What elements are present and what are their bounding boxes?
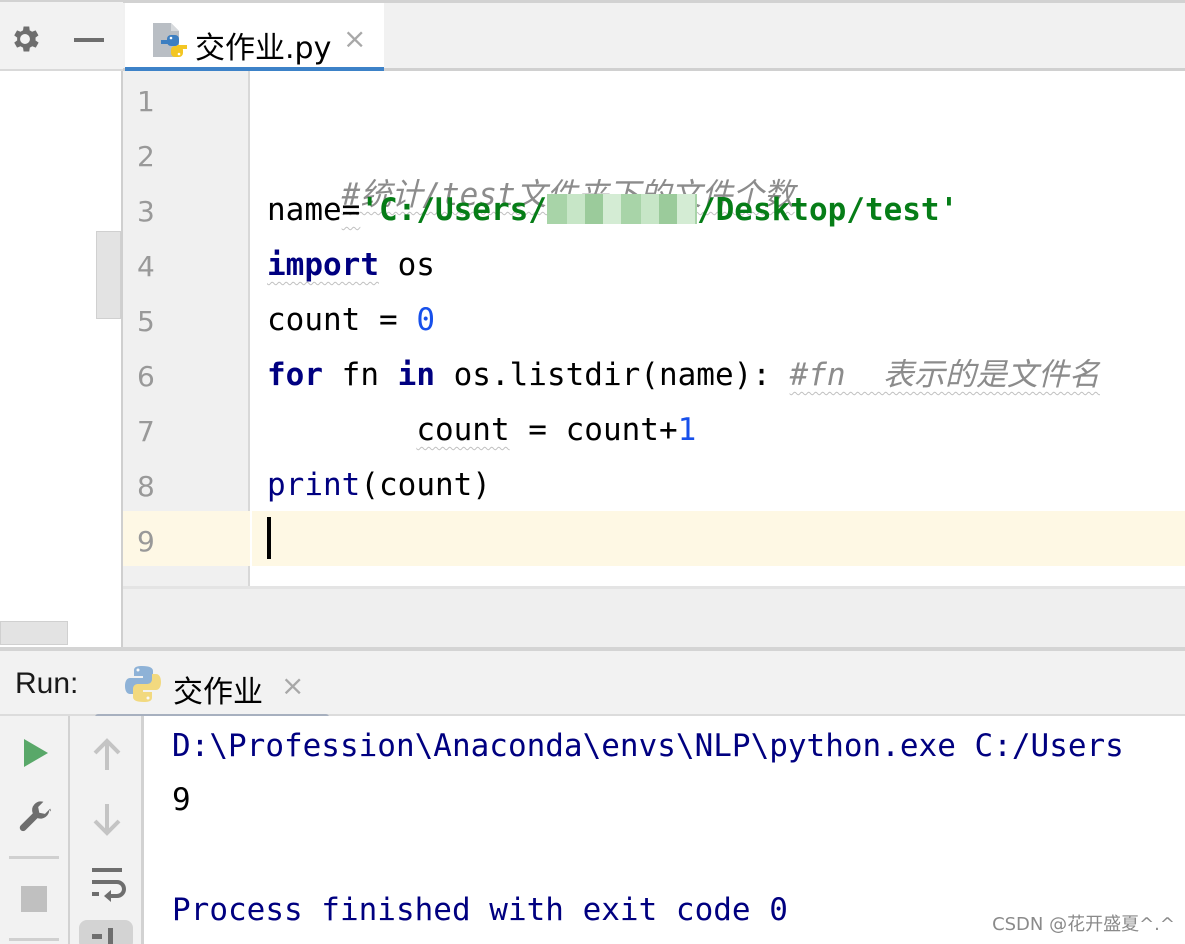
vertical-scrollbar[interactable]: [96, 231, 121, 319]
run-panel-header: Run: 交作业 ×: [0, 647, 1185, 720]
run-tab[interactable]: 交作业 ×: [95, 651, 329, 720]
line-number: 9: [137, 525, 155, 558]
code-line-7: count = count+1: [267, 410, 696, 450]
redacted-username: [546, 194, 697, 224]
toolbar-separator: [9, 938, 59, 941]
run-icon[interactable]: [22, 738, 50, 768]
assignment: count =: [267, 302, 417, 338]
up-arrow-icon[interactable]: [92, 738, 122, 772]
soft-wrap-icon[interactable]: [90, 866, 126, 902]
number-literal: 0: [416, 302, 435, 338]
code-line-3: name='C:/Users/ /Desktop/test': [267, 190, 958, 230]
tab-label: 交作业.py: [195, 31, 332, 66]
line-number: 2: [137, 140, 155, 173]
keyword-for: for: [267, 357, 323, 393]
line-number: 3: [137, 195, 155, 228]
run-tab-label: 交作业: [173, 675, 263, 710]
module-name: os: [378, 247, 435, 283]
string-literal: /Desktop/test': [696, 192, 959, 228]
minimize-icon[interactable]: [74, 38, 104, 42]
editor-tab-active[interactable]: 交作业.py ×: [125, 0, 384, 74]
scroll-to-end-icon[interactable]: [79, 920, 133, 944]
code-line-5: count = 0: [267, 300, 435, 340]
variable-count: count: [416, 412, 510, 448]
keyword-import: import: [267, 247, 379, 283]
line-number: 4: [137, 250, 155, 283]
down-arrow-icon[interactable]: [92, 802, 122, 836]
code-line-8: print(count): [267, 465, 491, 505]
keyword-in: in: [397, 357, 435, 393]
console-exit-message: Process finished with exit code 0: [172, 892, 788, 928]
watermark: CSDN @花开盛夏^.^: [992, 914, 1175, 935]
run-label: Run:: [15, 667, 79, 700]
run-toolbar-secondary: [70, 716, 144, 944]
project-tool-header: [0, 0, 123, 71]
python-icon: [125, 666, 161, 702]
operator: =: [341, 192, 361, 228]
python-file-icon: [153, 23, 187, 57]
line-number: 5: [137, 305, 155, 338]
current-line-highlight: [252, 511, 1185, 566]
wrench-icon[interactable]: [16, 798, 54, 836]
console-output-line: 9: [172, 782, 191, 818]
text-caret: [267, 517, 271, 559]
comment: #fn 表示的是文件名: [789, 357, 1100, 393]
code-line-6: for fn in os.listdir(name): #fn 表示的是文件名: [267, 355, 1100, 395]
string-literal: 'C:/Users/: [360, 192, 547, 228]
toolbar-separator: [9, 856, 59, 859]
project-pane: [0, 71, 123, 647]
editor-bottom-area: [123, 586, 1185, 647]
horizontal-scrollbar[interactable]: [0, 621, 68, 645]
console-command-line: D:\Profession\Anaconda\envs\NLP\python.e…: [172, 728, 1124, 764]
loop-variable: fn: [323, 357, 398, 393]
run-toolbar-primary: [0, 716, 70, 944]
line-number: 8: [137, 470, 155, 503]
line-number: 7: [137, 415, 155, 448]
console-output[interactable]: D:\Profession\Anaconda\envs\NLP\python.e…: [144, 716, 1185, 944]
builtin-print: print: [267, 467, 361, 503]
line-number: 1: [137, 85, 155, 118]
close-icon[interactable]: ×: [281, 669, 304, 702]
listdir-call: os.listdir(name):: [434, 357, 790, 393]
stop-icon[interactable]: [21, 886, 47, 912]
variable-name: name: [267, 192, 342, 228]
code-line-4: import os: [267, 245, 435, 285]
line-number-gutter: 1 2 3 4 5 6 7 8 9: [123, 71, 250, 586]
editor-tab-bar: 交作业.py ×: [123, 0, 1185, 74]
expression: = count+: [509, 412, 678, 448]
print-args: (count): [360, 467, 491, 503]
close-icon[interactable]: ×: [343, 25, 366, 53]
line-number: 6: [137, 360, 155, 393]
number-literal: 1: [677, 412, 697, 448]
code-editor[interactable]: 1 2 3 4 5 6 7 8 9 #统计/test文件夹下的文件个数 name…: [123, 71, 1185, 647]
gear-icon[interactable]: [8, 22, 42, 56]
